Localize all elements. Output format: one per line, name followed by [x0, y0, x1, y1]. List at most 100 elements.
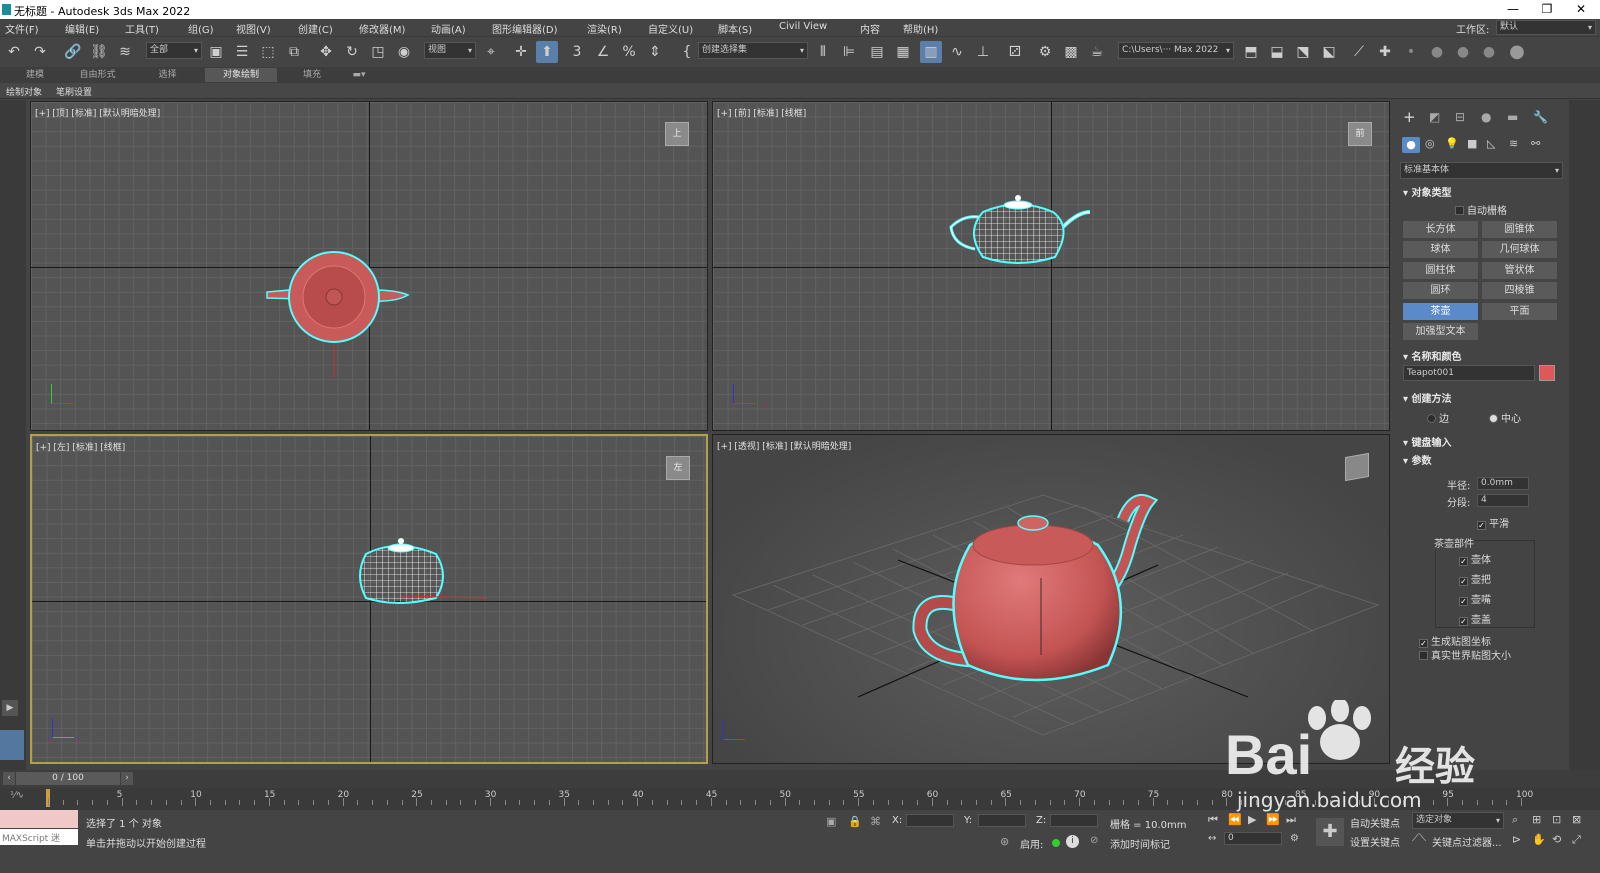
move-icon[interactable]: ✥ [315, 41, 337, 63]
maximize-viewport-icon[interactable]: ⤢ [1572, 833, 1581, 847]
viewport-layout-icon[interactable] [0, 730, 24, 760]
teapot-front-wireframe[interactable] [943, 187, 1103, 277]
brush-settings-label[interactable]: 笔刷设置 [56, 85, 92, 98]
time-slider-thumb[interactable]: 0 / 100 [16, 772, 120, 785]
container-icon[interactable]: ⬒ [1240, 41, 1262, 63]
object-name-input[interactable]: Teapot001 [1403, 365, 1535, 381]
spinner-snap-icon[interactable]: ⇕ [644, 41, 666, 63]
x-coordinate-field[interactable] [906, 814, 954, 827]
select-object-icon[interactable]: ▣ [205, 41, 227, 63]
rendered-frame-icon[interactable]: ▩ [1060, 41, 1082, 63]
key-filter-icon[interactable]: ⟋⟍ [1412, 833, 1426, 844]
pivot-center-icon[interactable]: ⌖ [480, 41, 502, 63]
bind-spacewarp-icon[interactable]: ≋ [114, 41, 136, 63]
object-color-swatch[interactable] [1539, 365, 1555, 381]
viewcube-top[interactable]: 上 [665, 122, 689, 146]
torus-button[interactable]: 圆环 [1403, 282, 1478, 299]
render-setup-icon[interactable]: ⚙ [1034, 41, 1056, 63]
segments-spinner[interactable]: 4 [1477, 494, 1529, 507]
info-icon[interactable]: i [1066, 835, 1079, 848]
spacewarps-icon[interactable]: ≋ [1509, 137, 1518, 150]
key-filters-button[interactable]: 关键点过滤器... [1432, 834, 1502, 849]
key-mode-icon[interactable]: ↔ [1208, 833, 1216, 844]
container-update-icon[interactable]: ⬕ [1318, 41, 1340, 63]
plane-button[interactable]: 平面 [1482, 303, 1557, 320]
spout-checkbox[interactable]: ✓ 壶嘴 [1459, 591, 1491, 606]
menu-content[interactable]: 内容 [860, 21, 880, 36]
workspace-select[interactable]: 默认 [1496, 20, 1596, 35]
viewcube-left[interactable]: 左 [666, 456, 690, 480]
viewport-top-label[interactable]: [+] [顶] [标准] [默认明暗处理] [35, 106, 160, 119]
play-icon[interactable]: ▶ [1248, 813, 1256, 826]
container-open-icon[interactable]: ⬓ [1266, 41, 1288, 63]
keyboard-shortcut-toggle-icon[interactable]: ⬆ [536, 41, 558, 63]
geosphere-button[interactable]: 几何球体 [1482, 241, 1557, 258]
paint-icon[interactable]: ✚ [1374, 41, 1396, 63]
orbit-icon[interactable]: ⟲ [1552, 833, 1561, 846]
menu-file[interactable]: 文件(F) [5, 21, 39, 36]
window-crossing-icon[interactable]: ⧉ [283, 41, 305, 63]
lights-icon[interactable]: 💡 [1445, 137, 1459, 150]
maximize-button[interactable]: ❐ [1530, 0, 1564, 19]
menu-modifiers[interactable]: 修改器(M) [359, 21, 405, 36]
unlink-icon[interactable]: ⛓ [88, 41, 110, 63]
zoom-extents-all-icon[interactable]: ⊠ [1572, 813, 1581, 826]
menu-civil-view[interactable]: Civil View [779, 21, 827, 32]
cylinder-button[interactable]: 圆柱体 [1403, 262, 1478, 279]
next-key-icon[interactable]: ⏩ [1266, 813, 1280, 826]
current-frame-field[interactable]: 0 [1224, 832, 1282, 845]
menu-view[interactable]: 视图(V) [236, 21, 271, 36]
menu-scripting[interactable]: 脚本(S) [718, 21, 752, 36]
lock-icon[interactable]: 🔒 [848, 815, 862, 828]
ribbon-tab-populate[interactable]: 填充 [282, 68, 342, 82]
z-coordinate-field[interactable] [1050, 814, 1098, 827]
enable-indicator-icon[interactable] [1052, 839, 1060, 847]
placement-icon[interactable]: ◉ [393, 41, 415, 63]
pyramid-button[interactable]: 四棱锥 [1482, 282, 1557, 299]
sphere-button[interactable]: 球体 [1403, 241, 1478, 258]
scene-explorer-icon[interactable]: ▥ [920, 41, 942, 63]
sphere-large-icon[interactable]: ● [1478, 41, 1500, 63]
zoom-all-icon[interactable]: ⊞ [1532, 813, 1541, 826]
link-icon[interactable]: 🔗 [62, 41, 84, 63]
textplus-button[interactable]: 加强型文本 [1403, 323, 1478, 340]
menu-rendering[interactable]: 渲染(R) [587, 21, 622, 36]
radius-spinner[interactable]: 0.0mm [1477, 477, 1529, 490]
project-path-dropdown[interactable]: C:\Users\··· Max 2022 [1118, 42, 1234, 59]
maxscript-input[interactable]: MAXScript 迷 [0, 829, 78, 845]
cone-button[interactable]: 圆锥体 [1482, 221, 1557, 238]
named-selection-dropdown[interactable]: 创建选择集 [698, 42, 808, 59]
viewport-left[interactable]: [+] [左] [标准] [线框] 左 [30, 434, 708, 764]
name-color-header[interactable]: 名称和颜色 [1403, 348, 1462, 363]
time-config-icon[interactable]: ⚙ [1290, 833, 1299, 844]
close-button[interactable]: ✕ [1564, 0, 1598, 19]
handle-checkbox[interactable]: ✓ 壶把 [1459, 571, 1491, 586]
brush-icon[interactable]: ⟋ [1348, 41, 1370, 63]
maxscript-listener-top[interactable] [0, 810, 78, 828]
curve-editor-mini-icon[interactable]: ⅟∿ [10, 790, 24, 801]
menu-create[interactable]: 创建(C) [298, 21, 333, 36]
dot-icon[interactable]: • [1400, 41, 1422, 63]
redo-icon[interactable]: ↷ [29, 41, 51, 63]
prev-key-icon[interactable]: ⏪ [1228, 813, 1242, 826]
display-tab-icon[interactable]: ▬ [1507, 110, 1518, 124]
minimize-button[interactable]: — [1496, 0, 1530, 19]
go-start-icon[interactable]: ⏮ [1208, 813, 1218, 827]
teapot-top-view[interactable] [261, 242, 421, 382]
sphere-medium-icon[interactable]: ● [1452, 41, 1474, 63]
shapes-icon[interactable]: ◎ [1425, 137, 1435, 150]
paint-objects-label[interactable]: 绘制对象 [6, 85, 42, 98]
ribbon-options-icon[interactable]: ▬▾ [348, 68, 370, 82]
viewcube-front[interactable]: 前 [1348, 122, 1372, 146]
pan-icon[interactable]: ✋ [1532, 833, 1546, 846]
creation-method-header[interactable]: 创建方法 [1403, 390, 1452, 405]
teapot-button[interactable]: 茶壶 [1403, 303, 1478, 320]
create-tab-icon[interactable]: + [1403, 108, 1416, 126]
tube-button[interactable]: 管状体 [1482, 262, 1557, 279]
prev-frame-icon[interactable]: ‹ [3, 772, 15, 785]
next-frame-icon[interactable]: › [121, 772, 133, 785]
absolute-mode-icon[interactable]: ⌘ [870, 815, 881, 828]
menu-graph-editors[interactable]: 图形编辑器(D) [492, 21, 558, 36]
isolate-icon[interactable]: ▣ [826, 815, 836, 828]
menu-help[interactable]: 帮助(H) [903, 21, 938, 36]
